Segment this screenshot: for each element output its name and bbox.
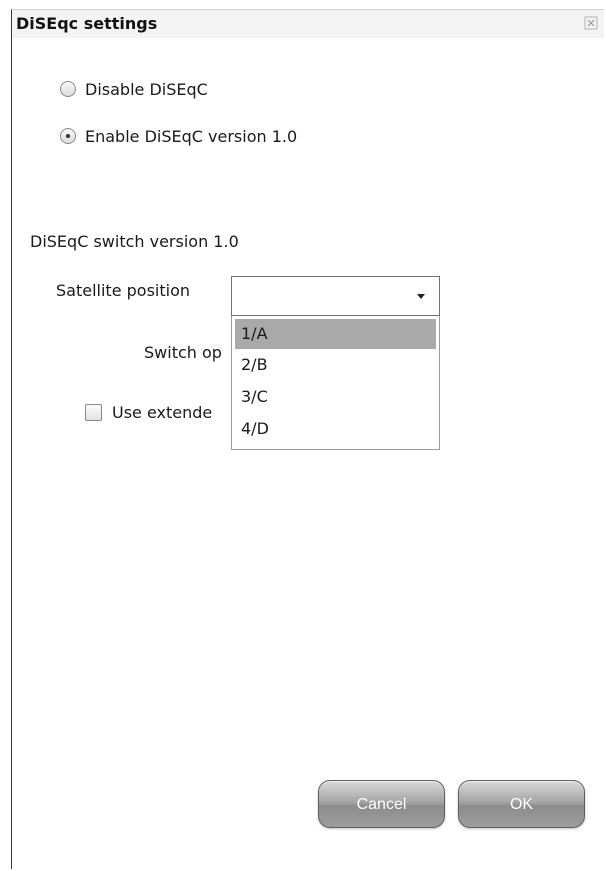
satellite-position-label: Satellite position: [56, 281, 190, 300]
dropdown-option-1a[interactable]: 1/A: [235, 319, 436, 349]
dropdown-option-4d[interactable]: 4/D: [235, 414, 436, 444]
close-icon[interactable]: [584, 16, 598, 30]
dialog-title: DiSEqc settings: [16, 14, 158, 33]
ok-button[interactable]: OK: [458, 780, 585, 828]
diseqc-settings-dialog: DiSEqc settings Disable DiSEqC Enable Di…: [11, 9, 604, 869]
radio-enable-diseqc-1-0[interactable]: Enable DiSEqC version 1.0: [60, 124, 297, 148]
use-extended-checkbox[interactable]: [85, 403, 102, 421]
radio-enable-label: Enable DiSEqC version 1.0: [85, 126, 298, 146]
title-bar: DiSEqc settings: [12, 10, 604, 38]
satellite-position-select[interactable]: [231, 276, 440, 316]
switch-section-heading: DiSEqC switch version 1.0: [30, 232, 239, 251]
chevron-down-icon[interactable]: [417, 294, 425, 299]
use-extended-checkbox-row[interactable]: Use extende: [85, 400, 212, 424]
radio-disable-diseqc[interactable]: Disable DiSEqC: [60, 77, 208, 101]
radio-button-selected-icon[interactable]: [60, 128, 76, 144]
use-extended-label: Use extende: [112, 402, 213, 422]
radio-disable-label: Disable DiSEqC: [85, 79, 208, 99]
radio-button-icon[interactable]: [60, 81, 76, 97]
cancel-button[interactable]: Cancel: [318, 780, 445, 828]
dropdown-option-3c[interactable]: 3/C: [235, 382, 436, 412]
switch-option-label: Switch op: [144, 343, 222, 362]
satellite-position-dropdown-list: 1/A 2/B 3/C 4/D: [231, 316, 440, 450]
dropdown-option-2b[interactable]: 2/B: [235, 350, 436, 380]
